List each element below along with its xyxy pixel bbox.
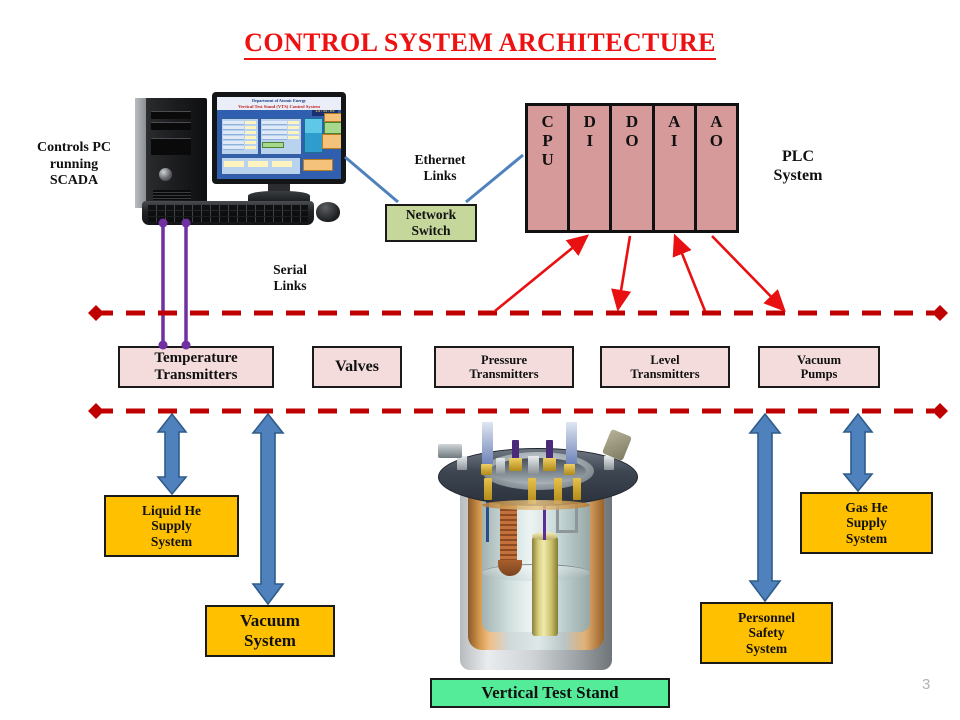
field-bus-lower-left-diamond [88, 403, 104, 419]
field-bus-upper-right-diamond [932, 305, 948, 321]
io-arrow-ai [672, 233, 707, 312]
field-bus-lower-right-diamond [932, 403, 948, 419]
connector-overlay [88, 153, 948, 606]
ethernet-link-to-pc [344, 155, 399, 204]
io-arrow-do [611, 235, 632, 312]
field-bus-upper-left-diamond [88, 305, 104, 321]
serial-link-terminal-dot [158, 340, 168, 350]
io-arrow-ao [711, 235, 786, 312]
block-arrow-personnel-safety [748, 412, 782, 603]
slide-canvas: CONTROL SYSTEM ARCHITECTURE Department o… [0, 0, 960, 720]
ethernet-link-to-plc [465, 153, 524, 204]
io-arrow-di [494, 234, 590, 313]
serial-link-terminal-dot [181, 340, 191, 350]
block-arrow-vacuum-system [251, 412, 285, 606]
block-arrow-gas-he [842, 412, 874, 493]
block-arrow-liquid-he [156, 412, 188, 496]
